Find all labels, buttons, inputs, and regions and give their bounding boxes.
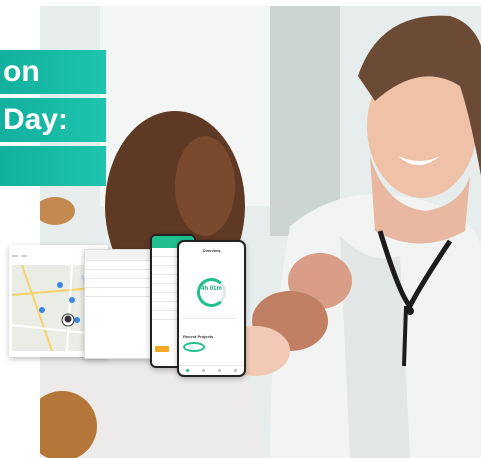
headline-banner-line-3 xyxy=(0,146,106,186)
map-pin-icon xyxy=(74,317,80,323)
list-item xyxy=(85,270,151,279)
map-tab-1 xyxy=(12,255,18,257)
phone-screenshot-front: Overview 4h 01m Recent Projects xyxy=(177,240,246,377)
headline-line-3 xyxy=(0,146,106,153)
project-progress-icon xyxy=(183,342,205,352)
headline-line-1: on xyxy=(3,55,40,88)
list-item xyxy=(85,279,151,288)
list-item xyxy=(85,261,151,270)
phone-screen-title: Overview xyxy=(202,248,221,253)
list-item xyxy=(85,288,151,297)
headline-banner-line-1: on xyxy=(0,50,106,94)
recent-projects-heading: Recent Projects xyxy=(183,334,214,339)
nav-icon xyxy=(218,369,222,372)
headline-line-2: Day: xyxy=(3,103,69,136)
map-pin-icon xyxy=(57,282,63,288)
progress-time: 4h 01m xyxy=(201,286,222,292)
map-tab-2 xyxy=(21,255,27,257)
nav-icon xyxy=(234,369,238,372)
headline-banner-line-2: Day: xyxy=(0,98,106,142)
doctor-baby-photo xyxy=(40,6,481,458)
promo-canvas: on Day: Overview 4h 01m Recent Projects xyxy=(0,0,481,458)
phone-tab-bar xyxy=(179,365,244,375)
tablet-header xyxy=(85,250,151,261)
home-icon xyxy=(185,369,189,372)
map-pin-icon xyxy=(39,307,45,313)
tablet-list-screenshot xyxy=(84,249,152,359)
nav-icon xyxy=(201,369,205,372)
stats-row xyxy=(183,318,238,329)
map-pin-icon xyxy=(69,297,75,303)
progress-ring xyxy=(197,278,226,307)
action-button xyxy=(155,346,169,352)
